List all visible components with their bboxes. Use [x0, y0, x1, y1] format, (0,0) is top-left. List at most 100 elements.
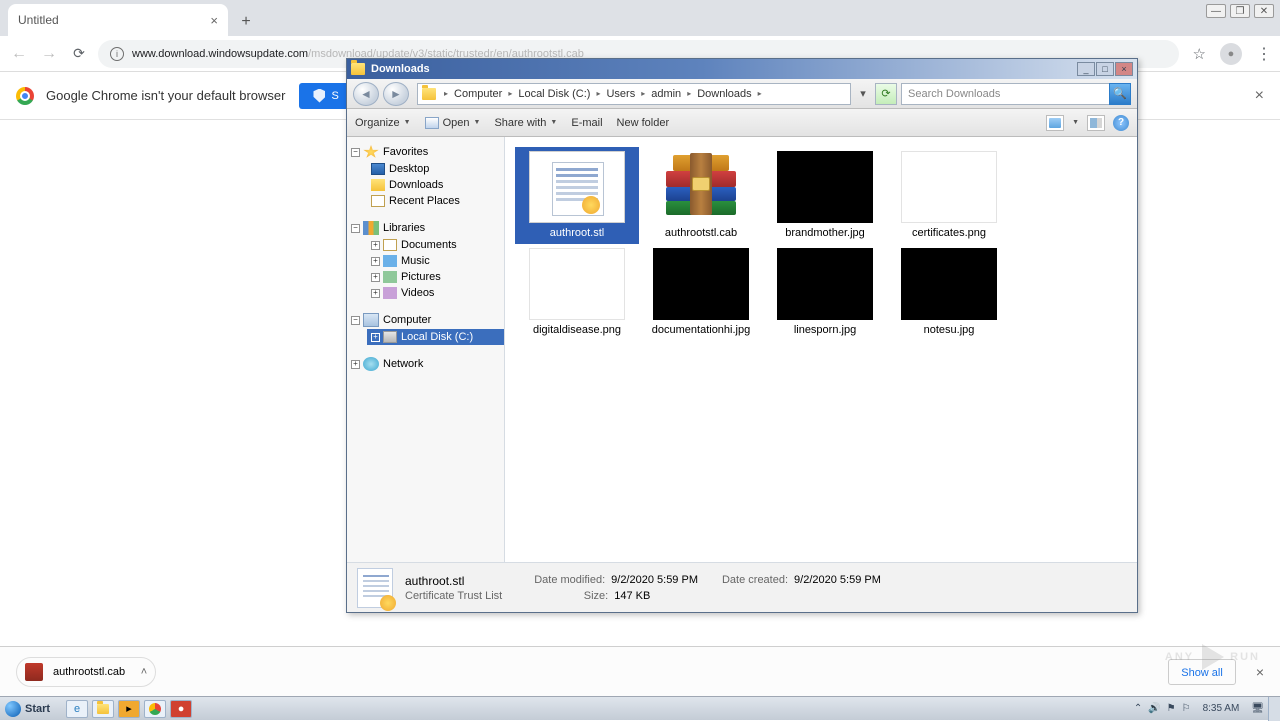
sidebar-videos[interactable]: +Videos — [367, 285, 504, 301]
folder-icon — [371, 179, 385, 191]
set-default-button[interactable]: S — [299, 83, 352, 109]
taskbar: Start e ▸ ● ⌃ 🔊 ⚑ ⚐ 8:35 AM 🖥 — [0, 696, 1280, 720]
chrome-maximize-icon[interactable]: ❐ — [1230, 4, 1250, 18]
chevron-right-icon[interactable]: ▸ — [440, 89, 452, 98]
explorer-close-icon[interactable]: × — [1115, 62, 1133, 76]
chevron-right-icon[interactable]: ▸ — [592, 89, 604, 98]
star-icon — [363, 145, 379, 159]
file-thumbnail — [653, 151, 749, 223]
open-button[interactable]: Open▼ — [425, 117, 481, 129]
crumb-admin[interactable]: admin — [649, 88, 683, 100]
chrome-minimize-icon[interactable]: — — [1206, 4, 1226, 18]
file-item[interactable]: certificates.png — [887, 147, 1011, 244]
file-thumbnail — [529, 248, 625, 320]
chrome-tab[interactable]: Untitled × — [8, 4, 228, 36]
file-item[interactable]: digitaldisease.png — [515, 244, 639, 341]
show-desktop-button[interactable] — [1268, 697, 1280, 721]
file-name: certificates.png — [912, 227, 986, 240]
sidebar-recent[interactable]: Recent Places — [367, 193, 504, 209]
search-placeholder: Search Downloads — [908, 88, 1000, 100]
breadcrumb-dropdown-icon[interactable]: ▾ — [855, 87, 871, 100]
bookmark-star-icon[interactable]: ☆ — [1193, 45, 1206, 63]
file-item[interactable]: authroot.stl — [515, 147, 639, 244]
show-all-downloads-button[interactable]: Show all — [1168, 659, 1236, 685]
details-filename: authroot.stl — [405, 574, 502, 588]
email-button[interactable]: E-mail — [571, 117, 602, 129]
tray-flag-icon[interactable]: ⚐ — [1182, 703, 1191, 714]
sidebar-computer[interactable]: −Computer — [347, 311, 504, 329]
file-name: authroot.stl — [550, 227, 604, 240]
tray-expand-icon[interactable]: ⌃ — [1134, 703, 1142, 714]
sidebar-music[interactable]: +Music — [367, 253, 504, 269]
view-mode-button[interactable] — [1046, 115, 1064, 131]
preview-pane-button[interactable] — [1087, 115, 1105, 131]
chevron-right-icon[interactable]: ▸ — [637, 89, 649, 98]
sidebar-local-disk[interactable]: +Local Disk (C:) — [367, 329, 504, 345]
reload-button[interactable]: ⟳ — [68, 43, 90, 65]
back-button[interactable]: ← — [8, 43, 30, 65]
forward-button[interactable]: → — [38, 43, 60, 65]
chevron-up-icon[interactable]: ˄ — [141, 666, 147, 678]
chevron-right-icon[interactable]: ▸ — [683, 89, 695, 98]
search-icon[interactable]: 🔍 — [1109, 83, 1131, 105]
folder-icon — [351, 63, 365, 75]
document-icon — [383, 239, 397, 251]
chevron-right-icon[interactable]: ▸ — [754, 89, 766, 98]
new-tab-button[interactable]: + — [232, 8, 260, 36]
share-with-button[interactable]: Share with▼ — [494, 117, 557, 129]
crumb-disk[interactable]: Local Disk (C:) — [516, 88, 592, 100]
tray-monitor-icon[interactable]: 🖥 — [1251, 703, 1264, 714]
taskbar-clock[interactable]: 8:35 AM — [1203, 703, 1240, 714]
explorer-back-button[interactable]: ◄ — [353, 82, 379, 106]
organize-button[interactable]: Organize▼ — [355, 117, 411, 129]
profile-avatar-icon[interactable]: ● — [1220, 43, 1242, 65]
chrome-menu-icon[interactable]: ⋮ — [1256, 44, 1272, 64]
tray-security-icon[interactable]: ⚑ — [1167, 703, 1176, 714]
help-icon[interactable]: ? — [1113, 115, 1129, 131]
chrome-close-icon[interactable]: ✕ — [1254, 4, 1274, 18]
taskbar-app-icon[interactable]: ● — [170, 700, 192, 718]
tray-volume-icon[interactable]: 🔊 — [1148, 703, 1160, 714]
chevron-right-icon[interactable]: ▸ — [504, 89, 516, 98]
explorer-search-input[interactable]: Search Downloads 🔍 — [901, 83, 1131, 105]
view-dropdown-icon[interactable]: ▼ — [1072, 119, 1079, 126]
file-thumbnail — [901, 151, 997, 223]
breadcrumb[interactable]: ▸ Computer ▸ Local Disk (C:) ▸ Users ▸ a… — [417, 83, 851, 105]
libraries-icon — [363, 221, 379, 235]
crumb-computer[interactable]: Computer — [452, 88, 504, 100]
file-item[interactable]: authrootstl.cab — [639, 147, 763, 244]
explorer-titlebar[interactable]: Downloads _ □ × — [347, 59, 1137, 79]
site-info-icon[interactable]: i — [110, 47, 124, 61]
crumb-downloads[interactable]: Downloads — [695, 88, 753, 100]
file-item[interactable]: documentationhi.jpg — [639, 244, 763, 341]
new-folder-button[interactable]: New folder — [617, 117, 670, 129]
file-thumbnail — [653, 248, 749, 320]
taskbar-media-icon[interactable]: ▸ — [118, 700, 140, 718]
crumb-users[interactable]: Users — [604, 88, 637, 100]
file-item[interactable]: brandmother.jpg — [763, 147, 887, 244]
details-pane: authroot.stl Certificate Trust List Date… — [347, 562, 1137, 612]
file-item[interactable]: notesu.jpg — [887, 244, 1011, 341]
taskbar-explorer-icon[interactable] — [92, 700, 114, 718]
taskbar-ie-icon[interactable]: e — [66, 700, 88, 718]
explorer-minimize-icon[interactable]: _ — [1077, 62, 1095, 76]
start-button[interactable]: Start — [0, 697, 60, 721]
explorer-refresh-button[interactable]: ⟳ — [875, 83, 897, 105]
sidebar-favorites[interactable]: −Favorites — [347, 143, 504, 161]
file-item[interactable]: linesporn.jpg — [763, 244, 887, 341]
explorer-maximize-icon[interactable]: □ — [1096, 62, 1114, 76]
sidebar-libraries[interactable]: −Libraries — [347, 219, 504, 237]
sidebar-pictures[interactable]: +Pictures — [367, 269, 504, 285]
sidebar-documents[interactable]: +Documents — [367, 237, 504, 253]
download-item[interactable]: authrootstl.cab ˄ — [16, 657, 156, 687]
taskbar-chrome-icon[interactable] — [144, 700, 166, 718]
file-name: documentationhi.jpg — [652, 324, 750, 337]
explorer-forward-button[interactable]: ► — [383, 82, 409, 106]
sidebar-downloads[interactable]: Downloads — [367, 177, 504, 193]
tab-title: Untitled — [18, 13, 210, 27]
infobar-close-icon[interactable]: × — [1255, 87, 1264, 105]
tab-close-icon[interactable]: × — [210, 13, 218, 28]
sidebar-desktop[interactable]: Desktop — [367, 161, 504, 177]
download-shelf-close-icon[interactable]: × — [1256, 664, 1264, 680]
sidebar-network[interactable]: +Network — [347, 355, 504, 373]
